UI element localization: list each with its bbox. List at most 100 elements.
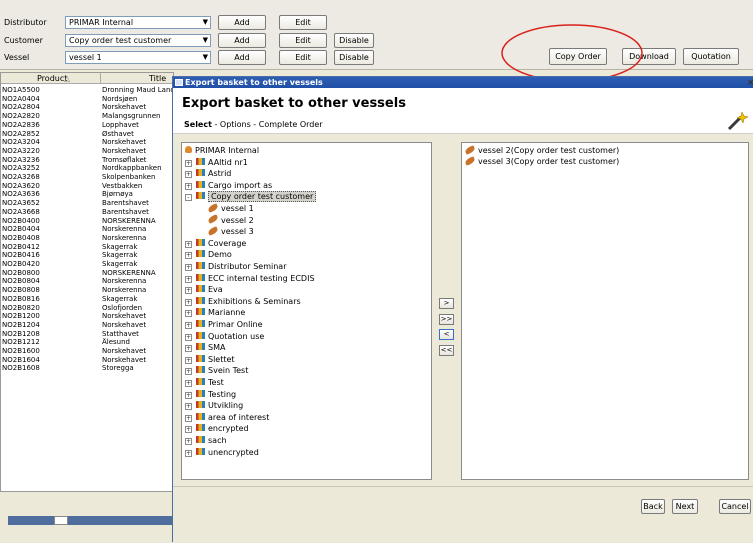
table-row[interactable]: NO2B1600 Norskehavet [1,347,173,355]
table-row[interactable]: NO2B0416 Skagerrak [1,251,173,259]
tree-item[interactable]: - Copy order test customer [185,191,317,203]
table-row[interactable]: NO2B0420 Skagerrak [1,260,173,268]
expand-icon[interactable]: + [185,275,192,283]
vessel-disable-button[interactable]: Disable [334,50,374,65]
table-row[interactable]: NO2A3668 Barentshavet [1,208,173,216]
table-row[interactable]: NO2B1204 Norskehavet [1,321,173,329]
table-row[interactable]: NO2A3652 Barentshavet [1,199,173,207]
tree-item[interactable]: + Primar Online [185,320,263,330]
table-row[interactable]: NO2A3636 Bjørnøya [1,190,173,198]
expand-icon[interactable]: + [185,380,192,387]
tree-item[interactable]: + Utvikling [185,401,243,411]
table-row[interactable]: NO2B0408 Norskerenna [1,234,173,242]
expand-icon[interactable]: + [185,287,192,295]
table-row[interactable]: NO2A2852 Østhavet [1,130,173,138]
tree-item[interactable]: vessel 1 [207,202,254,214]
tree-item[interactable]: + Quotation use [185,331,264,342]
expand-icon[interactable]: + [185,426,192,434]
expand-icon[interactable]: + [185,171,192,179]
tree-item[interactable]: + Marianne [185,308,245,318]
tree-item[interactable]: + unencrypted [185,447,259,458]
expand-icon[interactable]: + [185,240,192,248]
expand-icon[interactable]: + [185,345,192,353]
expand-icon[interactable]: + [185,159,192,167]
customer-add-button[interactable]: Add [218,33,266,48]
tree-item[interactable]: + SMA [185,343,225,353]
move-all-right-button[interactable]: >> [439,314,454,325]
expand-icon[interactable]: + [185,449,192,457]
table-row[interactable]: NO1A5500 Dronning Maud Land [1,86,173,94]
tree-item[interactable]: + ECC internal testing ECDIS [185,273,315,284]
distributor-add-button[interactable]: Add [218,15,266,30]
tree-item[interactable]: + AAltid nr1 [185,157,248,168]
distributor-edit-button[interactable]: Edit [279,15,327,30]
expand-icon[interactable]: + [185,264,192,271]
column-header-title[interactable]: Title [149,74,166,83]
tree-item[interactable]: + Demo [185,250,232,260]
vessel-select[interactable]: vessel 1 ▼ [65,51,211,64]
expand-icon[interactable]: + [185,438,192,445]
table-row[interactable]: NO2B1604 Norskehavet [1,356,173,364]
customer-disable-button[interactable]: Disable [334,33,374,48]
table-row[interactable]: NO2A3220 Norskehavet [1,147,173,155]
tree-item[interactable]: vessel 3 [207,225,254,237]
tree-item[interactable]: PRIMAR Internal [185,146,259,156]
tree-item[interactable]: vessel 2 [207,214,254,226]
collapse-icon[interactable]: - [185,194,192,202]
table-row[interactable]: NO2A2804 Norskehavet [1,103,173,111]
expand-icon[interactable]: + [185,252,192,260]
tree-item[interactable]: + Cargo import as [185,180,272,191]
expand-icon[interactable]: + [185,368,192,376]
next-button[interactable]: Next [672,499,698,514]
table-row[interactable]: NO2A0404 Nordsjøen [1,95,173,103]
expand-icon[interactable]: + [185,356,192,364]
expand-icon[interactable]: + [185,322,192,329]
vessel-edit-button[interactable]: Edit [279,50,327,65]
table-row[interactable]: NO2B1208 Statthavet [1,330,173,338]
table-row[interactable]: NO2A3268 Skolpenbanken [1,173,173,181]
cancel-button[interactable]: Cancel [719,499,751,514]
column-header-product[interactable]: Product [37,74,67,83]
tree-item[interactable]: + Exhibitions & Seminars [185,296,301,307]
tree-item[interactable]: + Svein Test [185,366,248,376]
close-icon[interactable]: × [747,78,753,88]
target-item[interactable]: vessel 2(Copy order test customer) [464,144,619,156]
scrollbar-thumb[interactable] [54,516,68,525]
distributor-select[interactable]: PRIMAR Internal ▼ [65,16,211,29]
expand-icon[interactable]: + [185,298,192,306]
expand-icon[interactable]: + [185,403,192,411]
table-row[interactable]: NO2B1212 Ålesund [1,338,173,346]
tree-item[interactable]: + Test [185,378,224,388]
tree-item[interactable]: + Eva [185,285,223,295]
table-row[interactable]: NO2A2836 Lopphavet [1,121,173,129]
tree-item[interactable]: + Coverage [185,238,246,249]
expand-icon[interactable]: + [185,333,192,341]
table-row[interactable]: NO2B0804 Norskerenna [1,277,173,285]
tree-item[interactable]: + encrypted [185,424,249,434]
table-row[interactable]: NO2B0412 Skagerrak [1,243,173,251]
expand-icon[interactable]: + [185,391,192,399]
expand-icon[interactable]: + [185,182,192,190]
expand-icon[interactable]: + [185,414,192,422]
back-button[interactable]: Back [641,499,665,514]
table-row[interactable]: NO2A3252 Nordkappbanken [1,164,173,172]
table-row[interactable]: NO2B0400 NORSKERENNA [1,217,173,225]
tree-item[interactable]: + Astrid [185,169,231,179]
target-item[interactable]: vessel 3(Copy order test customer) [464,155,619,167]
table-row[interactable]: NO2B0820 Oslofjorden [1,304,173,312]
move-right-button[interactable]: > [439,298,454,309]
tree-item[interactable]: + Slettet [185,354,235,365]
table-row[interactable]: NO2B1608 Storegga [1,364,173,372]
table-row[interactable]: NO2B0404 Norskerenna [1,225,173,233]
tree-item[interactable]: + area of interest [185,412,269,423]
table-row[interactable]: NO2A3620 Vestbakken [1,182,173,190]
table-row[interactable]: NO2A2820 Malangsgrunnen [1,112,173,120]
move-left-button[interactable]: < [439,329,454,340]
move-all-left-button[interactable]: << [439,345,454,356]
table-row[interactable]: NO2A3236 Tromsøflaket [1,156,173,164]
expand-icon[interactable]: + [185,310,192,318]
table-row[interactable]: NO2A3204 Norskehavet [1,138,173,146]
table-row[interactable]: NO2B0816 Skagerrak [1,295,173,303]
customer-select[interactable]: Copy order test customer ▼ [65,34,211,47]
customer-edit-button[interactable]: Edit [279,33,327,48]
